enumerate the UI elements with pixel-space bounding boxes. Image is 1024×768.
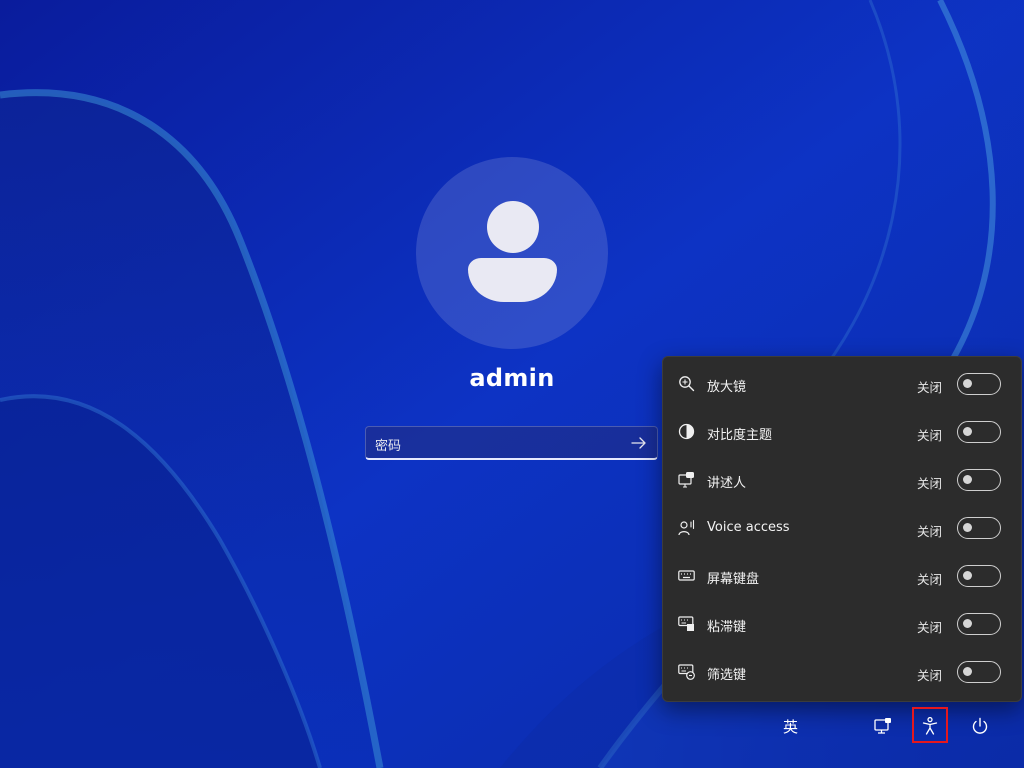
input-method-button[interactable]: 英 (783, 716, 798, 744)
contrast-toggle[interactable] (957, 421, 1001, 443)
filter-keys-toggle[interactable] (957, 661, 1001, 683)
flyout-row-contrast[interactable]: 对比度主题 关闭 (663, 407, 1021, 455)
flyout-state: 关闭 (917, 668, 943, 683)
flyout-label: 对比度主题 (707, 428, 773, 443)
flyout-state: 关闭 (917, 476, 943, 491)
flyout-state: 关闭 (917, 428, 943, 443)
flyout-row-on-screen-keyboard[interactable]: 屏幕键盘 关闭 (663, 551, 1021, 599)
narrator-toggle[interactable] (957, 469, 1001, 491)
avatar-head (487, 201, 539, 253)
flyout-row-magnifier[interactable]: 放大镜 关闭 (663, 359, 1021, 407)
password-placeholder: 密码 (375, 439, 402, 454)
sticky-keys-toggle[interactable] (957, 613, 1001, 635)
flyout-label: 讲述人 (707, 476, 747, 491)
flyout-label: 粘滞键 (707, 620, 747, 635)
flyout-label: Voice access (707, 520, 790, 535)
submit-arrow-icon[interactable] (631, 436, 647, 450)
voice-access-toggle[interactable] (957, 517, 1001, 539)
contrast-icon (678, 423, 695, 440)
narrator-icon (678, 472, 694, 488)
flyout-state: 关闭 (917, 620, 943, 635)
accessibility-button[interactable] (912, 707, 948, 743)
flyout-row-filter-keys[interactable]: 筛选键 关闭 (663, 647, 1021, 695)
flyout-label: 筛选键 (707, 668, 747, 683)
avatar-body (468, 258, 557, 302)
accessibility-flyout: 放大镜 关闭 对比度主题 关闭 讲述人 关闭 Voice access 关闭 屏… (662, 356, 1022, 702)
magnifier-toggle[interactable] (957, 373, 1001, 395)
user-avatar (416, 157, 608, 349)
flyout-label: 屏幕键盘 (707, 572, 760, 587)
filter-keys-icon (678, 664, 695, 680)
power-icon[interactable] (970, 716, 990, 736)
flyout-state: 关闭 (917, 524, 943, 539)
accessibility-icon (922, 717, 938, 735)
sticky-keys-icon (678, 616, 694, 631)
network-icon[interactable] (873, 716, 893, 736)
keyboard-toggle[interactable] (957, 565, 1001, 587)
voice-access-icon (678, 519, 695, 536)
magnifier-icon (679, 376, 695, 392)
flyout-row-sticky-keys[interactable]: 粘滞键 关闭 (663, 599, 1021, 647)
password-field[interactable]: 密码 (365, 426, 658, 460)
username: admin (469, 364, 555, 392)
flyout-row-narrator[interactable]: 讲述人 关闭 (663, 455, 1021, 503)
flyout-state: 关闭 (917, 572, 943, 587)
flyout-label: 放大镜 (707, 380, 747, 395)
keyboard-icon (678, 570, 695, 581)
flyout-state: 关闭 (917, 380, 943, 395)
flyout-row-voice-access[interactable]: Voice access 关闭 (663, 503, 1021, 551)
